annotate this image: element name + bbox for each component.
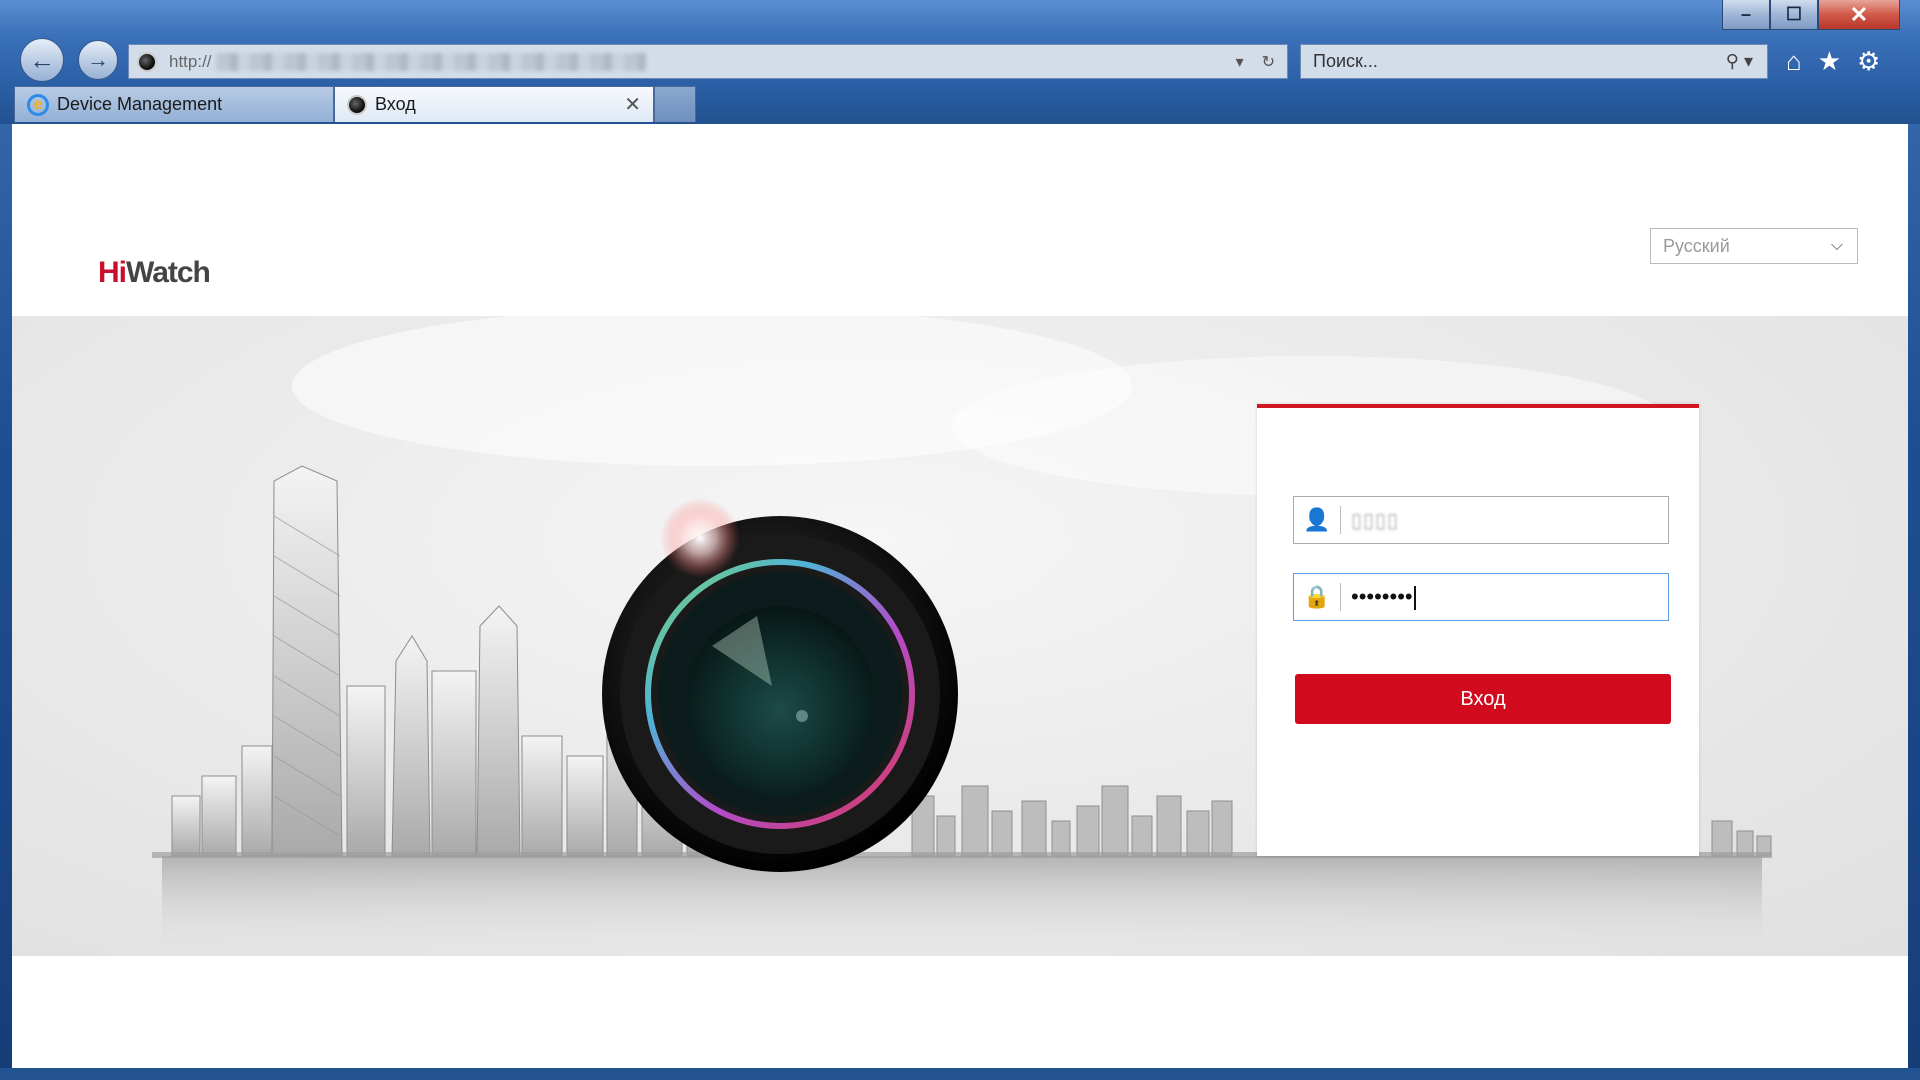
search-placeholder: Поиск... bbox=[1313, 51, 1378, 71]
close-tab-icon[interactable]: ✕ bbox=[624, 92, 641, 117]
search-icon[interactable]: ⚲ ▾ bbox=[1726, 51, 1767, 72]
browser-toolbar-icons: ⌂ ★ ⚙ bbox=[1786, 46, 1880, 77]
ie-icon: e bbox=[27, 93, 49, 116]
tab-label: Вход bbox=[375, 94, 416, 114]
star-icon[interactable]: ★ bbox=[1818, 46, 1841, 77]
page-content: HiWatch Русский ⌵ 👤 ▯▯▯▯ 🔒 •••••••• Вход bbox=[12, 124, 1908, 1068]
forward-arrow-icon: → bbox=[87, 47, 109, 72]
password-field[interactable]: 🔒 •••••••• bbox=[1293, 573, 1669, 621]
site-favicon-icon bbox=[137, 51, 157, 72]
tab-strip: e Device Management Вход ✕ bbox=[14, 86, 696, 122]
search-box[interactable]: Поиск... ⚲ ▾ bbox=[1300, 44, 1768, 79]
hiwatch-logo: HiWatch bbox=[98, 256, 211, 290]
chevron-down-icon: ⌵ bbox=[1830, 237, 1843, 254]
user-icon: 👤 bbox=[1303, 507, 1331, 532]
hero-banner: 👤 ▯▯▯▯ 🔒 •••••••• Вход bbox=[12, 316, 1908, 956]
window-bottom-frame bbox=[0, 1068, 1920, 1080]
new-tab-button[interactable] bbox=[654, 86, 696, 122]
address-dropdown-icon[interactable]: ▾ bbox=[1236, 52, 1244, 72]
minimize-button[interactable]: – bbox=[1722, 0, 1770, 30]
back-arrow-icon: ← bbox=[29, 44, 55, 75]
refresh-icon[interactable]: ↻ bbox=[1262, 52, 1275, 72]
tab-login[interactable]: Вход ✕ bbox=[334, 86, 654, 122]
camera-lens-graphic bbox=[602, 498, 958, 872]
language-select[interactable]: Русский ⌵ bbox=[1650, 228, 1858, 264]
window-controls: – ☐ ✕ bbox=[1722, 0, 1900, 32]
login-button[interactable]: Вход bbox=[1295, 674, 1671, 724]
tab-device-management[interactable]: e Device Management bbox=[14, 86, 334, 122]
site-favicon-icon bbox=[347, 94, 367, 115]
logo-hi: Hi bbox=[98, 256, 127, 289]
tab-label: Device Management bbox=[57, 94, 223, 114]
username-field[interactable]: 👤 ▯▯▯▯ bbox=[1293, 496, 1669, 544]
logo-watch: Watch bbox=[126, 256, 211, 289]
login-panel: 👤 ▯▯▯▯ 🔒 •••••••• Вход bbox=[1257, 404, 1699, 856]
address-bar[interactable]: http:// ▾ ↻ bbox=[128, 44, 1288, 79]
forward-button[interactable]: → bbox=[78, 40, 118, 80]
back-button[interactable]: ← bbox=[20, 38, 64, 82]
home-icon[interactable]: ⌂ bbox=[1786, 46, 1802, 77]
gear-icon[interactable]: ⚙ bbox=[1857, 46, 1880, 77]
lock-icon: 🔒 bbox=[1303, 584, 1331, 609]
maximize-button[interactable]: ☐ bbox=[1770, 0, 1818, 30]
close-window-button[interactable]: ✕ bbox=[1818, 0, 1900, 30]
address-url-blurred bbox=[215, 52, 646, 71]
browser-titlebar: – ☐ ✕ ← → http:// ▾ ↻ Поиск... ⚲ ▾ ⌂ ★ ⚙… bbox=[0, 0, 1920, 124]
language-selected: Русский bbox=[1663, 235, 1730, 256]
address-url: http:// bbox=[169, 51, 212, 71]
username-value-blurred: ▯▯▯▯ bbox=[1351, 509, 1400, 532]
password-value: •••••••• bbox=[1341, 584, 1416, 611]
